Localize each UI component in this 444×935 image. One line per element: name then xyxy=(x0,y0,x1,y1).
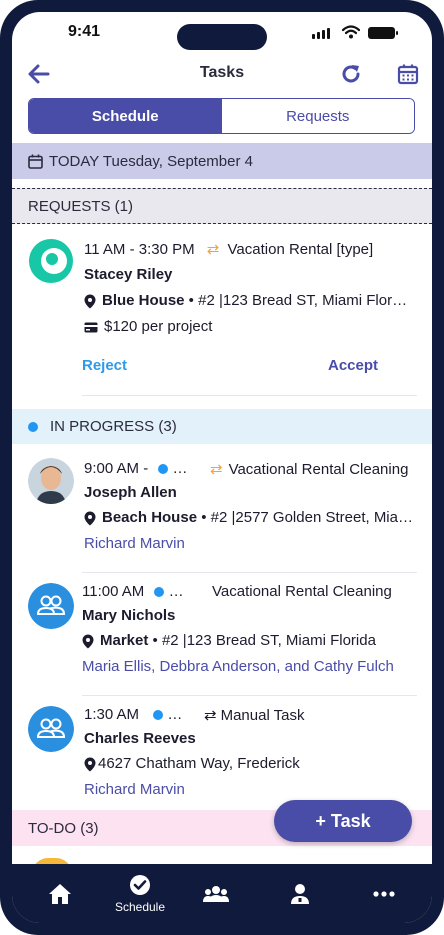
task-time: 9:00 AM - xyxy=(84,460,149,477)
requests-heading: REQUESTS (1) xyxy=(28,197,134,215)
credit-card-icon xyxy=(84,322,98,333)
location-pin-icon xyxy=(84,511,96,526)
bottom-tab-bar: Schedule xyxy=(12,864,432,923)
divider xyxy=(82,572,417,573)
task-address: #2 |2577 Golden Street, Mia… xyxy=(210,509,413,526)
task-type: Vacational Rental Cleaning xyxy=(228,461,409,478)
request-time: 11 AM - 3:30 PM xyxy=(84,241,195,258)
task-assignees[interactable]: Richard Marvin xyxy=(84,535,185,552)
status-bar: 9:41 xyxy=(12,12,432,56)
tab-home[interactable] xyxy=(30,864,90,923)
time-ellipsis: … xyxy=(172,460,188,477)
accept-button[interactable]: Accept xyxy=(328,357,378,374)
calendar-icon[interactable] xyxy=(397,63,419,85)
location-pin-icon xyxy=(84,294,96,309)
task-client-name: Joseph Allen xyxy=(84,484,177,501)
location-pin-icon xyxy=(82,634,94,649)
screen: 9:41 Tasks Schedule Requests TODAY Tuesd… xyxy=(12,12,432,923)
request-price: $120 per project xyxy=(104,318,213,335)
tab-schedule-nav[interactable]: Schedule xyxy=(110,864,170,923)
todo-heading: TO-DO (3) xyxy=(28,819,99,837)
group-icon xyxy=(28,706,74,752)
task-time: 11:00 AM xyxy=(82,583,145,600)
task-card[interactable]: 11:00 AM … Vacational Rental Cleaning Ma… xyxy=(12,575,432,696)
status-dot xyxy=(153,710,164,721)
request-address: #2 |123 Bread ST, Miami Flor… xyxy=(198,292,408,309)
date-label: TODAY Tuesday, September 4 xyxy=(49,152,253,170)
status-dot xyxy=(154,587,165,598)
in-progress-heading: IN PROGRESS (3) xyxy=(50,418,177,435)
status-time: 9:41 xyxy=(68,23,101,40)
request-place: Blue House xyxy=(102,292,185,309)
task-card[interactable]: 9:00 AM - … ⇄ Vacational Rental Cleaning … xyxy=(12,452,432,573)
group-icon xyxy=(28,583,74,629)
sync-icon: ⇄ xyxy=(204,707,217,724)
home-icon xyxy=(49,883,71,904)
notch xyxy=(177,24,267,50)
reject-button[interactable]: Reject xyxy=(82,357,127,374)
requests-section-header: REQUESTS (1) xyxy=(12,188,432,224)
tab-schedule[interactable]: Schedule xyxy=(29,99,222,133)
signal-icon xyxy=(312,28,330,39)
avatar xyxy=(28,458,74,504)
battery-icon xyxy=(368,27,398,39)
task-place: Beach House xyxy=(102,509,198,526)
tab-schedule-label: Schedule xyxy=(114,899,166,914)
task-address: 4627 Chatham Way, Frederick xyxy=(98,755,300,772)
divider xyxy=(82,395,417,396)
task-assignees[interactable]: Maria Ellis, Debbra Anderson, and Cathy … xyxy=(82,658,394,675)
task-card[interactable]: 1:30 AM … ⇄ Manual Task Charles Reeves 46… xyxy=(12,698,432,808)
task-place: Market xyxy=(100,632,149,649)
check-circle-icon xyxy=(130,874,150,895)
top-bar: Tasks xyxy=(12,60,432,88)
people-icon xyxy=(203,885,229,902)
task-client-name: Mary Nichols xyxy=(82,607,176,624)
task-address: #2 |123 Bread ST, Miami Florida xyxy=(161,632,376,649)
refresh-icon[interactable] xyxy=(339,62,363,86)
tab-more[interactable] xyxy=(354,864,414,923)
divider xyxy=(82,695,417,696)
swap-icon: ⇄ xyxy=(210,461,223,478)
time-ellipsis: … xyxy=(168,583,184,600)
location-pin-icon xyxy=(84,757,96,772)
add-task-button[interactable]: + Task xyxy=(274,800,412,842)
calendar-small-icon xyxy=(28,154,43,169)
person-icon xyxy=(291,883,309,904)
request-client-name: Stacey Riley xyxy=(84,266,173,283)
request-card[interactable]: 11 AM - 3:30 PM ⇄ Vacation Rental [type]… xyxy=(12,232,432,402)
task-client-name: Charles Reeves xyxy=(84,730,196,747)
task-type: Manual Task xyxy=(220,707,305,724)
task-time: 1:30 AM xyxy=(84,706,140,723)
tab-team[interactable] xyxy=(186,864,246,923)
more-icon xyxy=(373,890,395,897)
phone-frame: 9:41 Tasks Schedule Requests TODAY Tuesd… xyxy=(0,0,444,935)
page-title: Tasks xyxy=(199,64,245,81)
tab-profile[interactable] xyxy=(270,864,330,923)
time-ellipsis: … xyxy=(167,706,183,723)
status-dot xyxy=(28,421,38,432)
wifi-icon xyxy=(342,25,360,39)
tab-requests[interactable]: Requests xyxy=(221,99,414,133)
company-logo-icon xyxy=(29,239,73,283)
in-progress-section-header: IN PROGRESS (3) xyxy=(12,409,432,444)
status-dot xyxy=(158,464,169,475)
task-type: Vacational Rental Cleaning xyxy=(212,583,392,600)
swap-icon: ⇄ xyxy=(206,241,220,258)
date-band: TODAY Tuesday, September 4 xyxy=(12,143,432,179)
segmented-control: Schedule Requests xyxy=(28,98,415,134)
request-type: Vacation Rental [type] xyxy=(227,241,374,258)
task-assignees[interactable]: Richard Marvin xyxy=(84,781,185,798)
